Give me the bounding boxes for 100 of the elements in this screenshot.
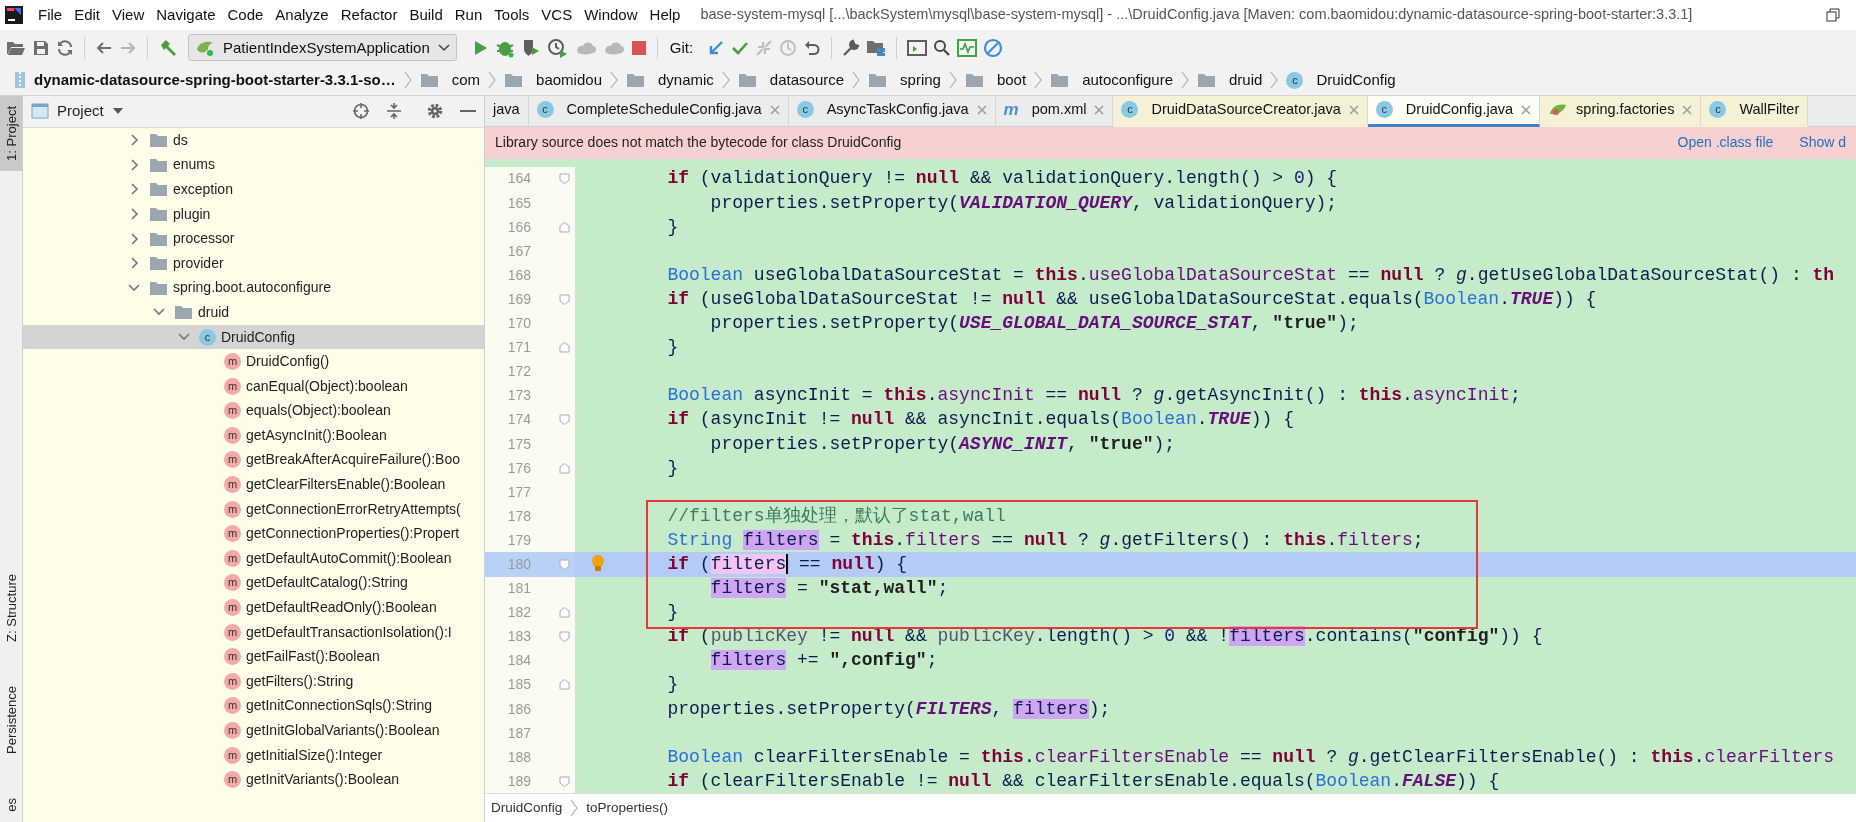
tree-item[interactable]: c DruidConfig <box>23 324 484 350</box>
tree-item[interactable]: m getFailFast():Boolean <box>23 644 484 669</box>
run-configuration-dropdown[interactable]: PatientIndexSystemApplication <box>188 34 457 62</box>
dropdown-icon[interactable] <box>111 107 124 116</box>
merge-arrows-icon[interactable] <box>755 38 774 57</box>
tool-window-tab[interactable]: Z: Structure <box>0 564 22 653</box>
tree-item[interactable]: m getInitialSize():Integer <box>23 742 484 768</box>
locate-icon[interactable] <box>352 102 370 121</box>
tree-item[interactable]: provider <box>23 250 484 276</box>
close-icon[interactable] <box>1094 104 1105 115</box>
breadcrumb-item[interactable]: dynamic-datasource-spring-boot-starter-3.3.1-so… <box>34 69 396 92</box>
breadcrumb-item[interactable]: DruidConfig <box>1316 69 1396 92</box>
menu-item[interactable]: Navigate <box>150 3 222 27</box>
menu-item[interactable]: Run <box>448 3 489 27</box>
terminal-icon[interactable] <box>907 38 928 57</box>
collapse-all-icon[interactable] <box>386 102 402 121</box>
tree-item[interactable]: m getFilters():String <box>23 669 484 694</box>
close-icon[interactable] <box>976 104 987 115</box>
tree-item[interactable]: plugin <box>23 201 484 227</box>
search-icon[interactable] <box>933 38 952 57</box>
tree-item[interactable]: m canEqual(Object):boolean <box>23 373 484 399</box>
tool-window-tab[interactable]: Persistence <box>0 676 22 765</box>
panel-title[interactable]: Project <box>57 100 104 123</box>
tool-window-tab[interactable]: es <box>0 788 22 822</box>
editor-tab[interactable]: c AsyncTaskConfig.java <box>788 95 996 127</box>
close-icon[interactable] <box>1348 104 1359 115</box>
tree-item[interactable]: m getClearFiltersEnable():Boolean <box>23 472 484 497</box>
tree-item[interactable]: m getConnectionProperties():Propert <box>23 521 484 547</box>
fold-marker-icon[interactable] <box>559 342 570 354</box>
menu-item[interactable]: Edit <box>68 3 107 27</box>
project-structure-icon[interactable] <box>866 38 887 57</box>
clock-icon[interactable] <box>779 38 798 57</box>
fold-marker-icon[interactable] <box>559 173 570 185</box>
tree-item[interactable]: m getConnectionErrorRetryAttempts( <box>23 496 484 522</box>
editor-tab[interactable]: java <box>485 95 529 127</box>
profiler-icon[interactable] <box>546 37 569 58</box>
breadcrumb-item[interactable]: baomidou <box>536 69 602 92</box>
tree-item[interactable]: spring.boot.autoconfigure <box>23 275 484 301</box>
settings-icon[interactable] <box>426 102 444 121</box>
fold-marker-icon[interactable] <box>559 679 570 691</box>
tree-item[interactable]: druid <box>23 300 484 325</box>
editor-tab[interactable]: spring.factories <box>1540 95 1702 127</box>
tree-item[interactable]: exception <box>23 177 484 202</box>
menu-item[interactable]: Help <box>643 3 687 27</box>
save-icon[interactable] <box>32 38 50 57</box>
activity-monitor-icon[interactable] <box>957 38 978 57</box>
breadcrumb-item[interactable]: DruidConfig <box>491 797 563 819</box>
tree-item[interactable]: m getDefaultReadOnly():Boolean <box>23 595 484 620</box>
editor-tab[interactable]: c CompleteScheduleConfig.java <box>528 95 789 127</box>
breadcrumb-item[interactable]: com <box>451 69 481 92</box>
stop-icon[interactable] <box>630 39 647 56</box>
menu-item[interactable]: Refactor <box>334 3 404 27</box>
breadcrumb-item[interactable]: autoconfigure <box>1082 69 1174 92</box>
banner-link[interactable]: Open .class file <box>1677 132 1774 154</box>
breadcrumb-item[interactable]: spring <box>900 69 941 92</box>
menu-item[interactable]: Window <box>578 3 644 27</box>
menu-item[interactable]: View <box>106 3 151 27</box>
lightbulb-icon[interactable] <box>591 554 605 574</box>
fold-marker-icon[interactable] <box>559 607 570 619</box>
breadcrumb-item[interactable]: druid <box>1229 69 1263 92</box>
close-icon[interactable] <box>1521 104 1532 115</box>
menu-item[interactable]: Tools <box>488 3 536 27</box>
tree-item[interactable]: m getBreakAfterAcquireFailure():Boo <box>23 447 484 473</box>
tree-item[interactable]: m equals(Object):boolean <box>23 398 484 424</box>
refresh-icon[interactable] <box>56 38 74 57</box>
menu-item[interactable]: File <box>32 3 69 27</box>
fold-marker-icon[interactable] <box>559 559 570 570</box>
breadcrumb-item[interactable]: toProperties() <box>586 797 669 819</box>
menu-item[interactable]: Analyze <box>269 3 335 27</box>
prohibited-icon[interactable] <box>983 37 1004 58</box>
tree-item[interactable]: m getInitVariants():Boolean <box>23 767 484 792</box>
tree-item[interactable]: m getDefaultAutoCommit():Boolean <box>23 546 484 571</box>
breadcrumb-item[interactable]: datasource <box>769 69 845 92</box>
fold-marker-icon[interactable] <box>559 293 570 305</box>
tree-item[interactable]: m getAsyncInit():Boolean <box>23 423 484 448</box>
wrench-icon[interactable] <box>842 38 861 57</box>
editor-tab[interactable]: c DruidDataSourceCreator.java <box>1113 95 1368 127</box>
banner-link[interactable]: Show d <box>1799 132 1846 154</box>
fold-marker-icon[interactable] <box>559 775 570 787</box>
fold-marker-icon[interactable] <box>559 631 570 643</box>
tree-item[interactable]: enums <box>23 152 484 178</box>
tree-item[interactable]: m getInitGlobalVariants():Boolean <box>23 718 484 743</box>
tree-item[interactable]: m getDefaultTransactionIsolation():I <box>23 619 484 645</box>
close-icon[interactable] <box>769 104 780 115</box>
tree-item[interactable]: processor <box>23 226 484 251</box>
fold-marker-icon[interactable] <box>559 221 570 233</box>
restore-window-icon[interactable] <box>1826 8 1840 22</box>
editor-tab[interactable]: c DruidConfig.java <box>1367 95 1541 127</box>
tool-window-tab[interactable]: 1: Project <box>0 95 22 171</box>
close-icon[interactable] <box>1682 104 1693 115</box>
editor-tab[interactable]: c WallFilter <box>1701 95 1809 127</box>
update-arrow-icon[interactable] <box>707 38 726 57</box>
tree-item[interactable]: m DruidConfig() <box>23 349 484 374</box>
hammer-icon[interactable] <box>158 37 178 58</box>
tree-item[interactable]: m getInitConnectionSqls():String <box>23 693 484 719</box>
tree-item[interactable]: ds <box>23 127 484 153</box>
tree-item[interactable]: m getDefaultCatalog():String <box>23 570 484 596</box>
menu-item[interactable]: Build <box>403 3 449 27</box>
fold-marker-icon[interactable] <box>559 462 570 474</box>
menu-item[interactable]: Code <box>221 3 270 27</box>
